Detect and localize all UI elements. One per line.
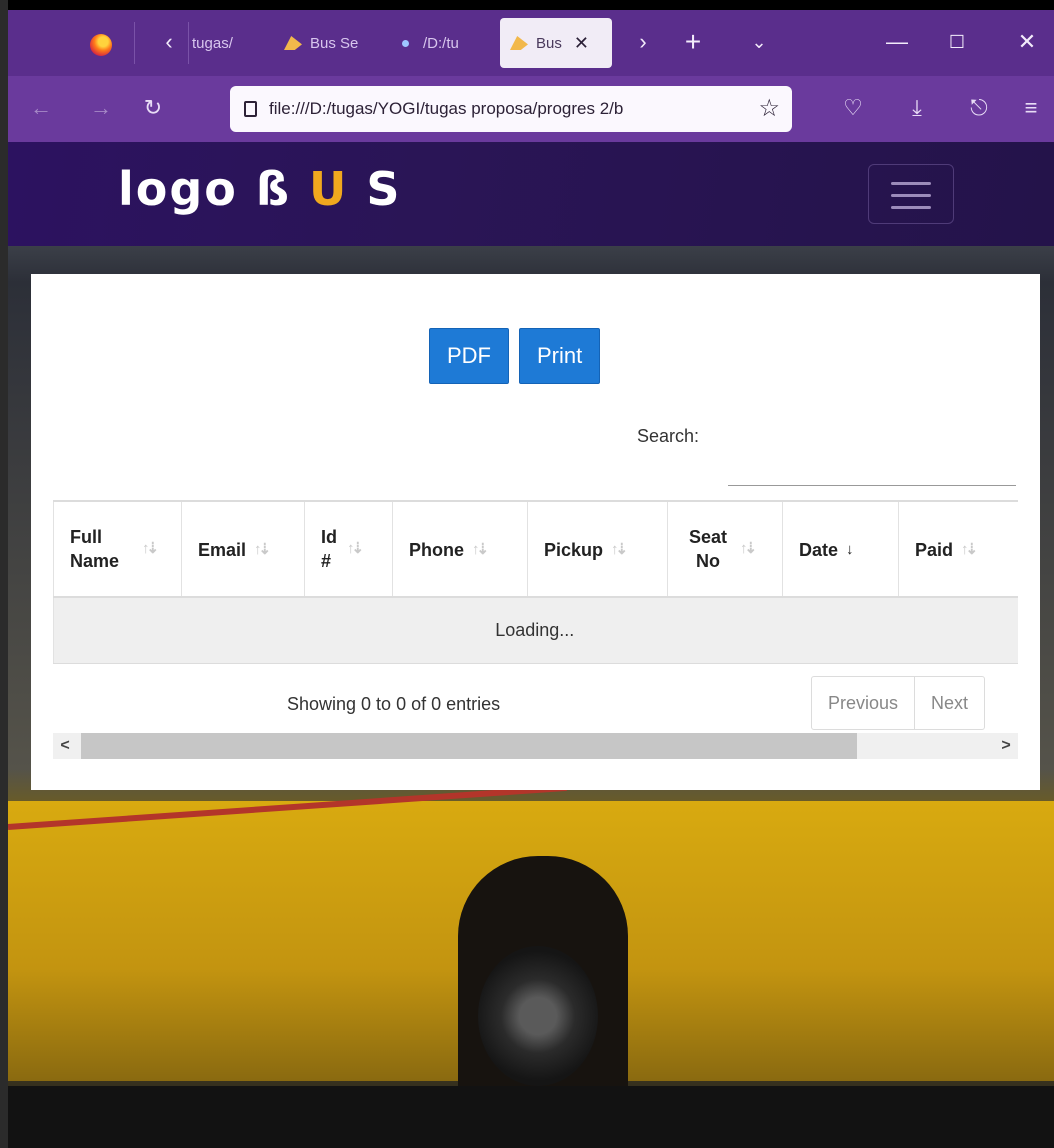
tab-bus-active[interactable]: Bus ✕ xyxy=(500,18,612,68)
maximize-icon[interactable]: ☐ xyxy=(942,28,972,56)
sort-icon: ↑⇣ xyxy=(740,540,757,557)
reload-icon[interactable]: ↻ xyxy=(138,94,168,122)
bus-favicon-icon xyxy=(510,36,528,50)
next-button[interactable]: Next xyxy=(914,677,984,729)
tab-label: tugas/ xyxy=(192,34,233,52)
table-info: Showing 0 to 0 of 0 entries xyxy=(287,694,501,714)
hamburger-line xyxy=(891,194,931,197)
column-label: Date xyxy=(799,539,839,560)
loading-cell: Loading... xyxy=(53,597,1018,664)
search-input[interactable] xyxy=(728,430,1016,486)
window-border xyxy=(0,0,8,1148)
browser-nav-bar: ← → ↻ file:///D:/tugas/YOGI/tugas propos… xyxy=(8,76,1054,142)
column-label: Phone xyxy=(409,539,465,560)
column-header-seat-no[interactable]: Seat No ↑⇣ xyxy=(667,500,783,598)
column-label: Full Name xyxy=(70,527,120,571)
hamburger-line xyxy=(891,206,931,209)
column-label: Email xyxy=(198,539,247,560)
print-button[interactable]: Print xyxy=(519,328,601,384)
pdf-button[interactable]: PDF xyxy=(429,328,509,384)
column-header-id[interactable]: Id # ↑⇣ xyxy=(304,500,393,598)
sort-icon: ↑⇣ xyxy=(961,540,978,558)
forward-arrow-icon[interactable]: → xyxy=(86,94,116,122)
sort-icon: ↑⇣ xyxy=(347,540,364,557)
page-icon xyxy=(244,101,257,117)
sort-descending-icon: ↓ xyxy=(846,540,853,558)
column-header-full-name[interactable]: Full Name ↑⇣ xyxy=(53,500,182,598)
sort-icon: ↑⇣ xyxy=(472,540,489,558)
logo-accent: U xyxy=(309,162,349,216)
site-logo[interactable]: logo ß U S xyxy=(118,162,402,216)
download-icon[interactable]: ⤓ xyxy=(902,94,932,122)
pocket-icon[interactable]: ♡ xyxy=(838,94,868,122)
horizontal-scrollbar[interactable]: < > xyxy=(53,733,1018,759)
menu-hamburger-icon[interactable]: ≡ xyxy=(1016,94,1046,122)
data-table-card: PDF Print Search: Full Name↑⇣ Email↑⇣ I xyxy=(31,274,1040,790)
tab-tugas[interactable]: tugas/ xyxy=(182,18,266,68)
logo-tail: S xyxy=(366,162,402,216)
tab-d-tu[interactable]: /D:/tu xyxy=(386,18,498,68)
column-label: Paid xyxy=(915,539,954,560)
ground xyxy=(8,1086,1054,1148)
tab-scroll-left-icon[interactable]: ‹ xyxy=(154,28,184,56)
unread-dot-icon xyxy=(402,39,409,47)
table-row: Loading... xyxy=(53,597,1018,664)
sort-icon: ↑⇣ xyxy=(254,540,271,558)
scroll-left-arrow-icon[interactable]: < xyxy=(53,733,77,759)
column-label: Id # xyxy=(321,527,337,571)
tab-separator xyxy=(134,22,135,64)
tab-scroll-right-icon[interactable]: › xyxy=(628,28,658,56)
navbar-toggle-button[interactable] xyxy=(868,164,954,224)
column-header-email[interactable]: Email ↑⇣ xyxy=(181,500,305,598)
previous-button[interactable]: Previous xyxy=(812,677,914,729)
new-tab-icon[interactable]: + xyxy=(678,28,708,56)
url-bar[interactable]: file:///D:/tugas/YOGI/tugas proposa/prog… xyxy=(230,86,792,132)
export-buttons: PDF Print xyxy=(429,328,601,384)
table-scroll-container: Full Name ↑⇣ Email ↑⇣ Id # ↑⇣ Phone ↑⇣ Picku… xyxy=(53,500,1018,664)
column-label: Pickup xyxy=(544,539,604,560)
site-header: logo ß U S xyxy=(8,142,1054,246)
close-tab-icon[interactable]: ✕ xyxy=(574,33,589,54)
bookmark-star-icon[interactable]: ☆ xyxy=(752,94,780,123)
sort-icon: ↑⇣ xyxy=(142,540,159,557)
share-icon[interactable]: ⎋ xyxy=(964,94,994,122)
column-header-paid[interactable]: Paid ↑⇣ xyxy=(898,500,1018,598)
minimize-icon[interactable]: — xyxy=(882,28,912,56)
tab-label: Bus Se xyxy=(310,34,359,52)
logo-text: logo ß xyxy=(118,162,291,216)
tab-label: /D:/tu xyxy=(423,34,459,52)
close-window-icon[interactable]: ✕ xyxy=(1012,28,1042,56)
column-header-pickup[interactable]: Pickup ↑⇣ xyxy=(527,500,668,598)
bus-favicon-icon xyxy=(284,36,302,50)
browser-tab-bar: ‹ tugas/ Bus Se /D:/tu Bus ✕ › + ⌄ — ☐ ✕ xyxy=(8,10,1054,76)
back-arrow-icon[interactable]: ← xyxy=(26,94,56,122)
sort-icon: ↑⇣ xyxy=(611,540,628,558)
tab-label: Bus xyxy=(536,34,562,52)
list-tabs-chevron-down-icon[interactable]: ⌄ xyxy=(744,28,774,56)
table-header-row: Full Name ↑⇣ Email ↑⇣ Id # ↑⇣ Phone ↑⇣ Picku… xyxy=(53,500,1018,598)
bus-wheel xyxy=(478,946,598,1086)
hamburger-line xyxy=(891,182,931,185)
pagination: Previous Next xyxy=(811,676,986,730)
scrollbar-thumb[interactable] xyxy=(81,733,857,759)
firefox-icon[interactable] xyxy=(90,34,112,56)
search-label: Search: xyxy=(637,426,700,446)
column-header-date[interactable]: Date ↓ xyxy=(782,500,899,598)
tab-bus-se[interactable]: Bus Se xyxy=(274,18,378,68)
scroll-right-arrow-icon[interactable]: > xyxy=(994,733,1018,759)
bookings-table: Full Name ↑⇣ Email ↑⇣ Id # ↑⇣ Phone ↑⇣ Picku… xyxy=(53,500,1018,664)
url-text: file:///D:/tugas/YOGI/tugas proposa/prog… xyxy=(269,99,624,118)
column-label: Seat No xyxy=(688,527,728,571)
column-header-phone[interactable]: Phone ↑⇣ xyxy=(392,500,528,598)
